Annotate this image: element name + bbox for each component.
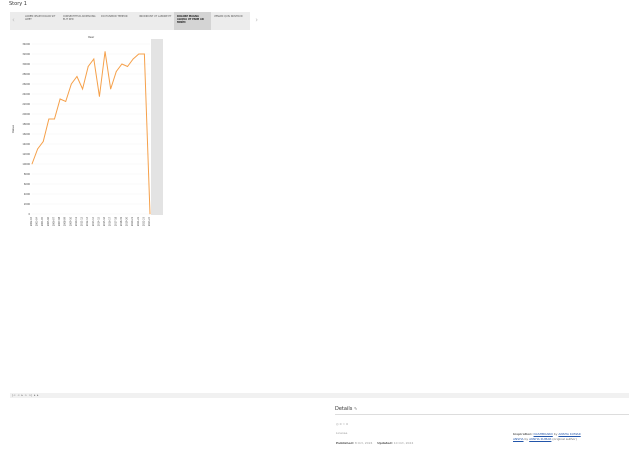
pencil-icon[interactable]: ✎ [354,406,357,411]
y-tick-label: 34000 [22,43,30,46]
y-tick-label: 10000 [22,163,30,166]
chevron-left-icon[interactable]: ‹ [12,16,15,24]
y-tick-label: 28000 [22,73,30,76]
y-tick-label: 24000 [22,93,30,96]
data-point [54,118,55,120]
inspiration-author-2[interactable]: ANSHA KUMAR [529,437,551,441]
data-point [143,53,145,55]
updated-date: 10 Oct, 2024 [393,441,414,445]
y-axis-label: Value [11,125,15,133]
x-tick-label: 2017-18 [114,216,117,226]
y-tick-label: 26000 [22,83,30,86]
data-point [93,58,95,60]
data-point [37,148,39,150]
details-header: Details ✎ [335,406,629,415]
x-tick-label: 2014-15 [97,216,100,226]
x-tick-label: 2008-09 [64,216,67,226]
y-tick-label: 20000 [22,113,30,116]
tab-6[interactable]: VENIAM QUIS NOSTRUD [211,12,249,30]
x-tick-label: 2010-11 [75,216,78,226]
data-point [132,58,134,60]
data-point [42,141,44,142]
x-tick-label: 2002-03 [30,216,33,226]
data-point [99,96,100,97]
series-line [31,51,151,215]
details-panel: Details ✎ ◎ 0 ☆ 0 License Published: 8 O… [335,406,629,445]
inspiration-author-1[interactable]: ANSHA KUMAR [558,432,580,436]
data-point [138,53,140,55]
star-icon: ☆ [342,422,346,426]
data-point [115,71,117,72]
story-title: Story 1 [9,1,27,7]
y-tick-label: 30000 [22,63,30,66]
x-tick-label: 2011-12 [81,216,84,226]
eye-icon: ◎ [336,422,339,426]
data-point [82,88,83,90]
y-tick-label: 18000 [22,123,30,126]
chart-title: Year [88,35,95,39]
data-point [31,163,33,165]
data-point [70,83,72,85]
x-tick-label: 2022-23 [142,216,145,226]
tab-2[interactable]: CONSECTETUR ADIPISCING ELIT SED [60,12,98,30]
x-tick-label: 2015-16 [103,216,106,226]
x-tick-label: 2021-22 [137,216,140,226]
inspiration: Inspiration: DASHBOARD by ANSHA KUMAR AN… [513,432,581,441]
x-tick-label: 2012-13 [86,216,89,226]
x-tick-label: 2023-24 [148,216,151,226]
x-tick-label: 2003-04 [36,216,39,226]
license[interactable]: License [336,431,347,435]
tab-3[interactable]: DO EIUSMOD TEMPOR [98,12,136,30]
x-tick-label: 2004-05 [41,216,44,226]
data-point [87,66,89,67]
inspiration-link-1[interactable]: DASHBOARD [534,432,553,436]
toolbar-controls[interactable]: |< < ▸ > >| ▸ ▸ [12,393,39,397]
y-tick-label: 6000 [24,183,31,186]
published-date: 8 Oct, 2024 [354,441,373,445]
line-chart: Year Value 0 2000 4000 6000 8000 10000 12000 1400… [10,34,165,234]
data-point [59,98,61,100]
y-tick-label: 2000 [24,203,31,206]
y-tick-label: 16000 [22,133,30,136]
y-tick-label: 12000 [22,153,30,156]
data-point [48,118,50,120]
chart-svg: Year Value 0 2000 4000 6000 8000 10000 12000 1400… [11,35,151,226]
stats: ◎ 0 ☆ 0 [336,422,348,426]
story-toolbar: |< < ▸ > >| ▸ ▸ [10,393,629,398]
chart-scrollbar[interactable] [151,39,163,215]
data-point [127,66,128,67]
x-tick-label: 2013-14 [92,216,95,226]
y-tick-label: 32000 [22,53,30,56]
favorites-count: 0 [346,422,349,426]
tab-1[interactable]: LOREM IPSUM DOLOR SIT AMET [22,12,60,30]
y-tick-label: 22000 [22,103,30,106]
chevron-right-icon[interactable]: › [255,16,258,24]
x-tick-label: 2009-10 [69,216,72,226]
tab-5-active[interactable]: DOLORE MAGNA ALIQUA UT ENIM AD MINIM [174,12,211,30]
x-tick-label: 2006-07 [52,216,55,226]
dates: Published: 8 Oct, 2024 Updated: 10 Oct, … [336,441,414,445]
y-tick-label: 14000 [22,143,30,146]
story-navigator: ‹ LOREM IPSUM DOLOR SIT AMET CONSECTETUR… [10,12,258,30]
tab-4[interactable]: INCIDIDUNT UT LABORE ET [136,12,174,30]
y-tick-label: 8000 [24,173,31,176]
y-tick-label: 4000 [24,193,31,196]
y-tick-label: 0 [28,213,30,216]
x-tick-label: 2016-17 [109,216,112,226]
x-tick-label: 2007-08 [58,216,61,226]
x-tick-label: 2020-21 [131,216,134,226]
data-point [121,63,123,65]
x-tick-label: 2005-06 [47,216,50,226]
inspiration-link-2[interactable]: ANSHA [513,437,524,441]
x-tick-label: 2019-20 [126,216,129,226]
data-point [65,101,67,102]
data-point [76,76,78,77]
data-point [104,51,106,52]
data-point [110,88,112,90]
x-tick-label: 2018-19 [120,216,123,226]
